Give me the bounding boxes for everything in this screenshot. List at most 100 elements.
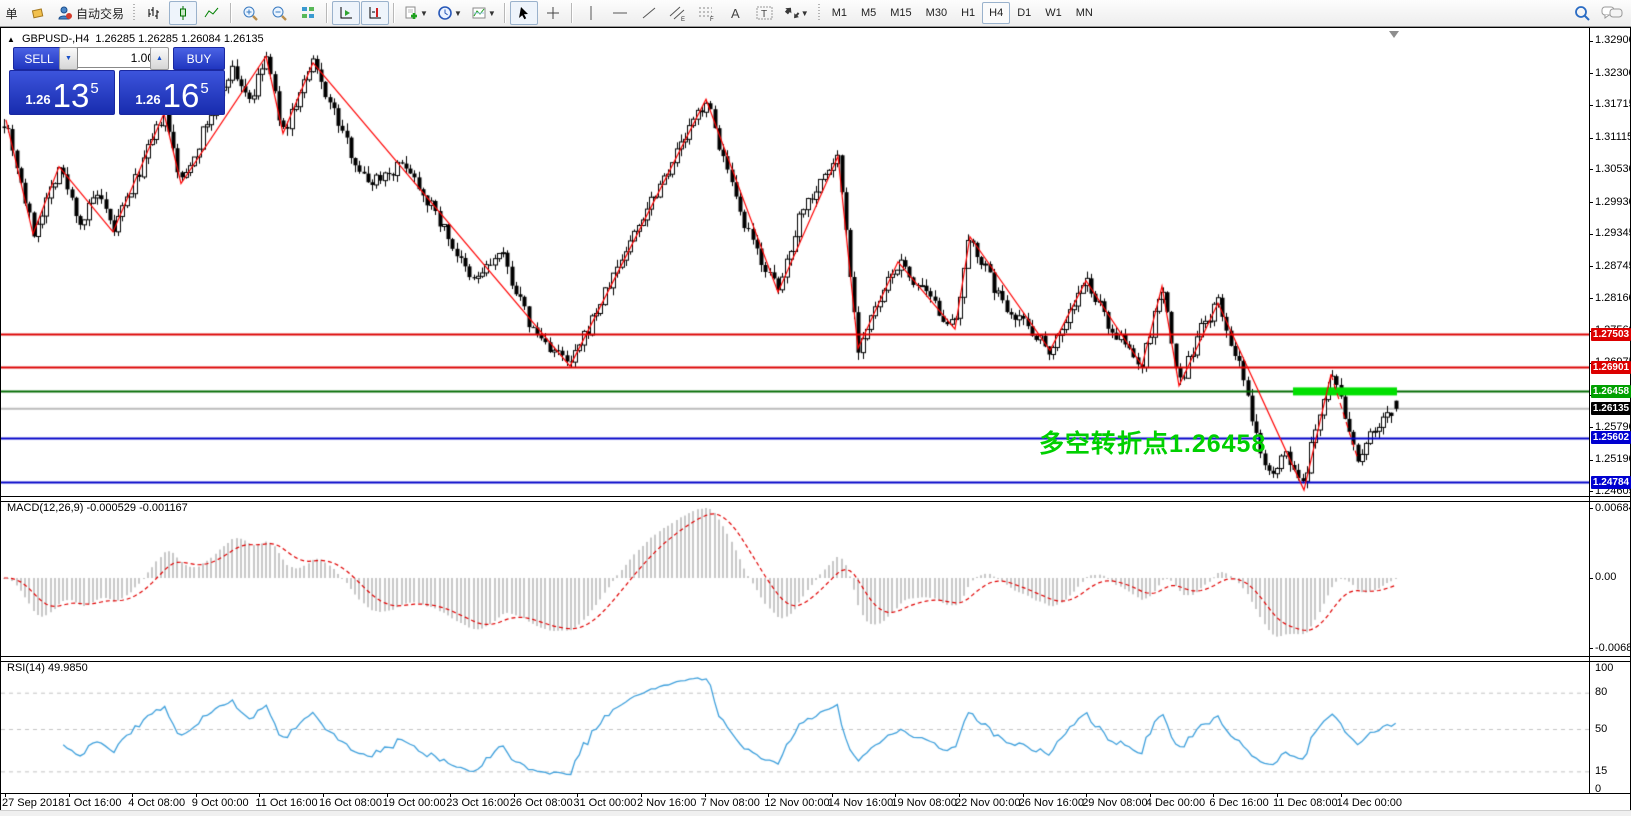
arrows-tool-button[interactable]: ▼ (780, 1, 813, 25)
new-order-button[interactable]: 单 (0, 1, 23, 25)
price-tick-label[interactable]: 1.31715 (1595, 98, 1631, 110)
volume-increase-button[interactable]: ▲ (150, 47, 169, 70)
search-icon[interactable] (1574, 5, 1591, 22)
tab-timeframe-m15[interactable]: M15 (883, 2, 918, 24)
price-tick[interactable] (1589, 234, 1593, 235)
price-tick-label[interactable]: 1.31115 (1595, 131, 1631, 143)
rsi-axis-label[interactable]: 100 (1595, 662, 1613, 674)
chart-shift-icon[interactable] (361, 1, 389, 25)
sell-price-box[interactable]: 1.26 13 5 (9, 70, 115, 115)
text-label-tool-icon[interactable]: T (751, 1, 779, 25)
price-tick[interactable] (1589, 138, 1593, 139)
one-click-trading-panel: SELL ▼ ▲ BUY 1.26 13 5 1.26 16 5 (9, 47, 227, 110)
toolbar-drag-handle[interactable] (817, 4, 821, 22)
tab-timeframe-w1[interactable]: W1 (1038, 2, 1069, 24)
main-chart-canvas[interactable] (1, 29, 1589, 496)
tab-timeframe-m30[interactable]: M30 (919, 2, 954, 24)
tab-timeframe-d1[interactable]: D1 (1010, 2, 1038, 24)
vertical-line-tool-icon[interactable] (577, 1, 605, 25)
level-price-tag[interactable]: 1.26458 (1591, 385, 1631, 398)
price-tick[interactable] (1589, 266, 1593, 267)
buy-button[interactable]: BUY (173, 47, 225, 70)
chat-icon[interactable] (1601, 5, 1623, 21)
price-tick-label[interactable]: 1.28745 (1595, 260, 1631, 272)
macd-tick[interactable] (1589, 648, 1593, 649)
macd-axis-bottom[interactable]: -0.006894 (1595, 642, 1631, 654)
price-tick[interactable] (1589, 169, 1593, 170)
panel-separator[interactable] (1, 656, 1630, 662)
price-tick[interactable] (1589, 41, 1593, 42)
macd-axis-top[interactable]: 0.006844 (1595, 502, 1631, 514)
indicators-caret: ▼ (420, 9, 428, 18)
rsi-level-label[interactable]: 50 (1595, 723, 1607, 735)
zoom-in-icon[interactable] (236, 1, 264, 25)
rsi-level-label[interactable]: 15 (1595, 765, 1607, 777)
price-tick[interactable] (1589, 427, 1593, 428)
auto-scroll-icon[interactable] (332, 1, 360, 25)
panel-separator[interactable] (1, 496, 1630, 502)
rsi-label: RSI(14) 49.9850 (7, 662, 88, 674)
text-tool-icon[interactable]: A (722, 1, 750, 25)
price-tick[interactable] (1589, 105, 1593, 106)
trendline-tool-icon[interactable] (635, 1, 663, 25)
current-price-tag[interactable]: 1.26135 (1591, 402, 1631, 415)
package-icon[interactable] (24, 1, 52, 25)
templates-button[interactable]: ▼ (467, 1, 500, 25)
chart-annotation-text[interactable]: 多空转折点1.26458 (1039, 424, 1266, 460)
macd-tick[interactable] (1589, 508, 1593, 509)
buy-price-sup: 5 (200, 80, 208, 97)
price-tick[interactable] (1589, 298, 1593, 299)
macd-canvas[interactable] (1, 500, 1589, 656)
cursor-icon[interactable] (510, 1, 538, 25)
tab-timeframe-m5[interactable]: M5 (854, 2, 883, 24)
collapse-trade-panel-icon[interactable]: ▲ (7, 35, 15, 44)
tab-timeframe-h1[interactable]: H1 (954, 2, 982, 24)
price-tick-label[interactable]: 1.32300 (1595, 67, 1631, 79)
tab-timeframe-mn[interactable]: MN (1069, 2, 1100, 24)
price-tick-label[interactable]: 1.30530 (1595, 163, 1631, 175)
macd-tick[interactable] (1589, 578, 1593, 579)
time-label: 31 Oct 00:00 (573, 797, 636, 809)
buy-price-small: 1.26 (135, 92, 160, 107)
tile-windows-icon[interactable] (294, 1, 322, 25)
indicators-button[interactable]: ▼ (399, 1, 432, 25)
level-price-tag[interactable]: 1.26901 (1591, 361, 1631, 374)
fibonacci-tool-icon[interactable]: F (693, 1, 721, 25)
text-label-glyph: T (756, 5, 774, 21)
sell-button-label: SELL (24, 52, 53, 66)
tab-timeframe-h4[interactable]: H4 (982, 2, 1010, 24)
autotrade-button[interactable]: 自动交易 (53, 1, 128, 25)
level-price-tag[interactable]: 1.24784 (1591, 476, 1631, 489)
chart-shift-marker[interactable] (1389, 31, 1399, 38)
price-tick-label[interactable]: 1.32900 (1595, 34, 1631, 46)
toolbar-drag-handle[interactable] (132, 4, 136, 22)
separator (393, 3, 395, 23)
macd-axis-mid[interactable]: 0.00 (1595, 571, 1616, 583)
crosshair-icon[interactable] (539, 1, 567, 25)
price-tick-label[interactable]: 1.28160 (1595, 292, 1631, 304)
price-tick[interactable] (1589, 460, 1593, 461)
horizontal-line-tool-icon[interactable] (606, 1, 634, 25)
tab-timeframe-m1[interactable]: M1 (825, 2, 854, 24)
candlestick-chart-icon[interactable] (169, 1, 197, 25)
price-tick[interactable] (1589, 491, 1593, 492)
bar-chart-icon[interactable] (140, 1, 168, 25)
line-chart-icon[interactable] (198, 1, 226, 25)
price-tick[interactable] (1589, 202, 1593, 203)
rsi-canvas[interactable] (1, 660, 1589, 793)
periods-button[interactable]: ▼ (433, 1, 466, 25)
buy-price-box[interactable]: 1.26 16 5 (119, 70, 225, 115)
zoom-out-icon[interactable] (265, 1, 293, 25)
price-tick[interactable] (1589, 73, 1593, 74)
price-tick-label[interactable]: 1.25190 (1595, 453, 1631, 465)
volume-decrease-button[interactable]: ▼ (59, 47, 78, 70)
channel-tool-icon[interactable]: E (664, 1, 692, 25)
sell-button[interactable]: SELL (13, 47, 65, 70)
separator (230, 3, 232, 23)
price-tick-label[interactable]: 1.29930 (1595, 196, 1631, 208)
price-tick-label[interactable]: 1.29345 (1595, 227, 1631, 239)
volume-input[interactable] (77, 47, 159, 68)
level-price-tag[interactable]: 1.25602 (1591, 431, 1631, 444)
level-price-tag[interactable]: 1.27503 (1591, 328, 1631, 341)
rsi-level-label[interactable]: 80 (1595, 686, 1607, 698)
